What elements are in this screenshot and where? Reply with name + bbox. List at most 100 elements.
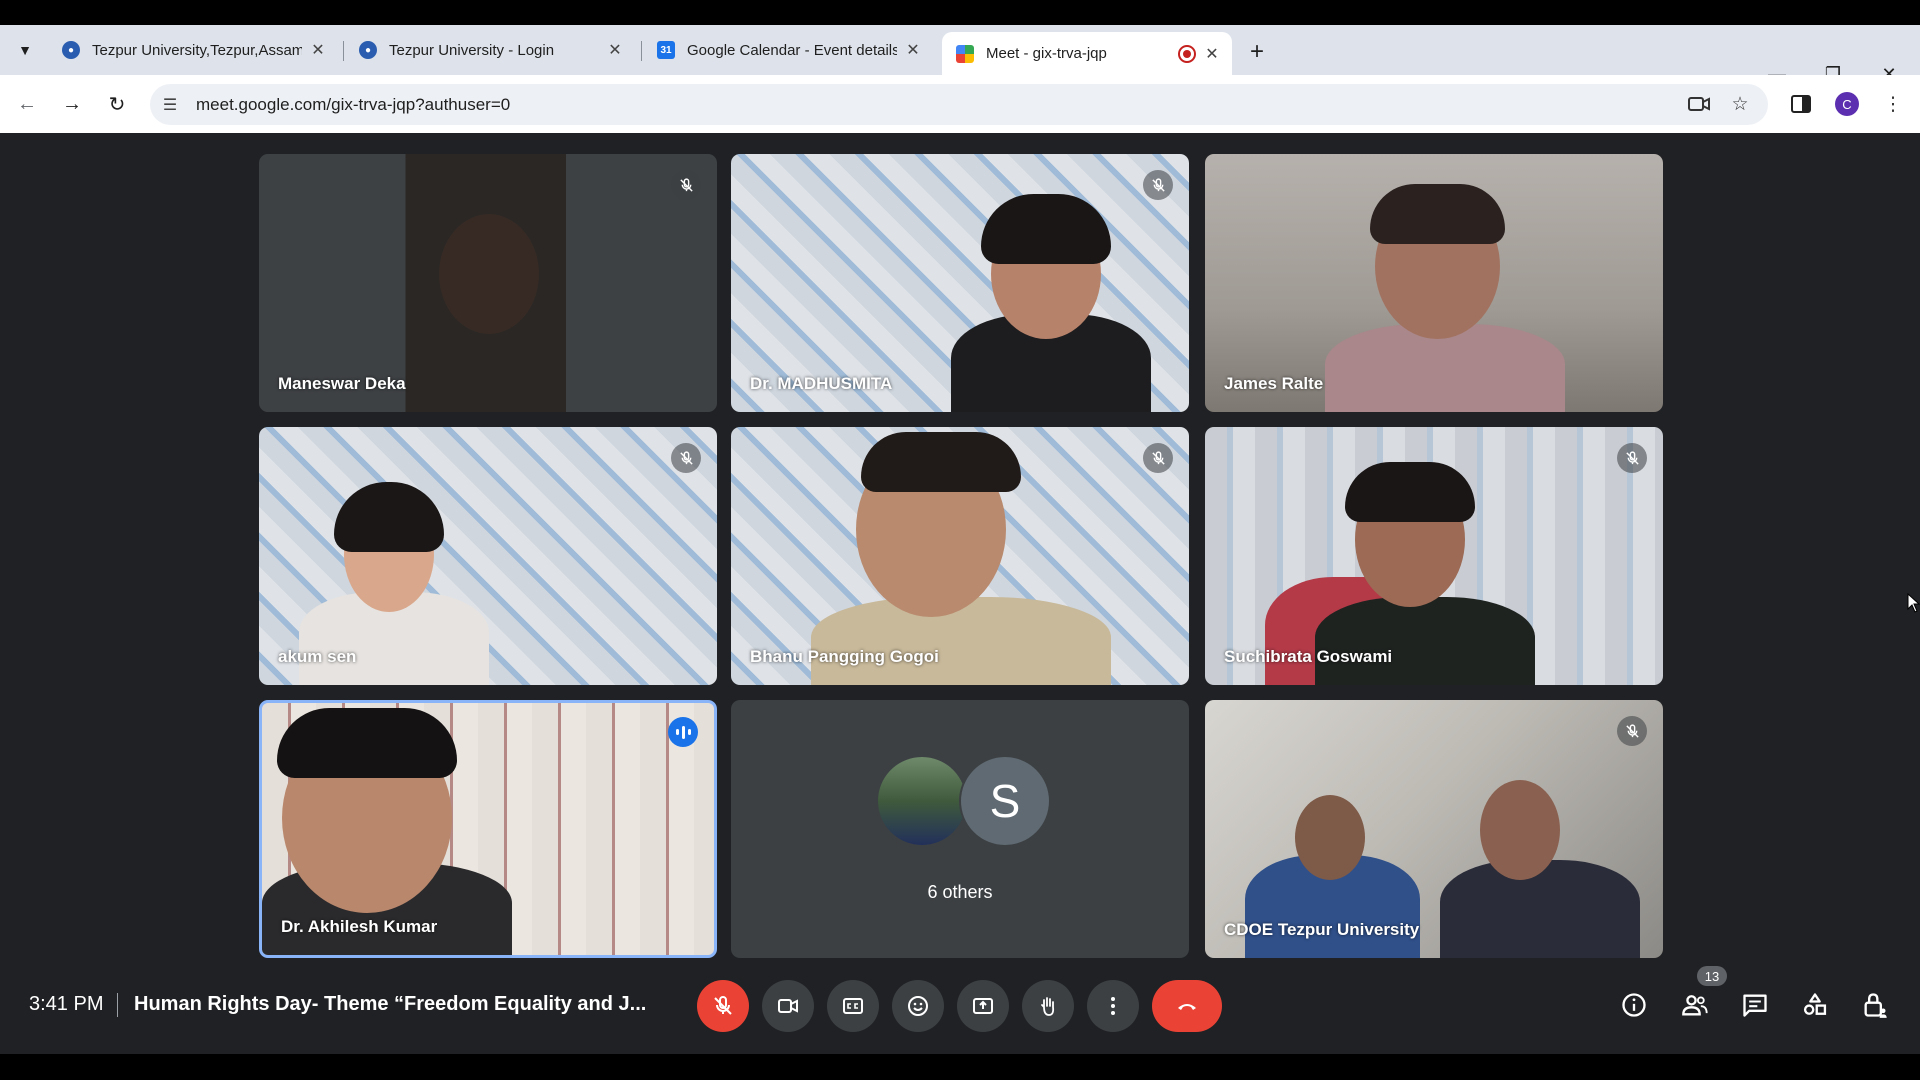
address-bar[interactable]: ☰ meet.google.com/gix-trva-jqp?authuser=… — [150, 84, 1768, 125]
people-icon — [1682, 995, 1708, 1016]
forward-button[interactable]: → — [55, 87, 89, 121]
video-camera-icon — [1688, 97, 1710, 111]
participant-name: Bhanu Pangging Gogoi — [750, 647, 939, 666]
meeting-details-button[interactable] — [1614, 985, 1654, 1025]
tab-tezpur-login[interactable]: ● Tezpur University - Login ✕ — [345, 32, 635, 68]
participant-name: Suchibrata Goswami — [1224, 647, 1393, 666]
raise-hand-button[interactable] — [1022, 980, 1074, 1032]
more-vert-icon: ⋮ — [1883, 93, 1903, 115]
tab-tezpur-university[interactable]: ● Tezpur University,Tezpur,Assam ✕ — [48, 32, 338, 68]
present-screen-button[interactable] — [957, 980, 1009, 1032]
participant-hair — [1370, 184, 1505, 244]
meeting-title[interactable]: Human Rights Day- Theme “Freedom Equalit… — [134, 993, 654, 1016]
tab-search-button[interactable]: ▼ — [8, 34, 42, 66]
chevron-down-icon: ▼ — [18, 42, 32, 58]
participant-video — [1440, 860, 1640, 958]
participant-tile[interactable]: James Ralte — [1205, 154, 1663, 412]
new-tab-button[interactable]: + — [1242, 37, 1272, 67]
tab-google-calendar[interactable]: 31 Google Calendar - Event details ✕ — [643, 32, 933, 68]
google-meet-icon — [956, 44, 974, 63]
back-button[interactable]: ← — [10, 87, 44, 121]
participant-hair — [334, 482, 444, 552]
participant-hair — [277, 708, 457, 778]
participant-avatar — [876, 755, 968, 847]
side-panel-icon — [1791, 95, 1811, 113]
muted-mic-icon — [671, 170, 701, 200]
emoji-icon — [908, 996, 928, 1016]
back-arrow-icon: ← — [17, 92, 37, 115]
participant-tile[interactable]: Suchibrata Goswami — [1205, 427, 1663, 685]
participant-tile-active-speaker[interactable]: Dr. Akhilesh Kumar — [259, 700, 717, 958]
hand-icon — [1041, 997, 1055, 1016]
microphone-toggle-button[interactable] — [697, 980, 749, 1032]
browser-menu-button[interactable]: ⋮ — [1876, 85, 1910, 123]
close-icon[interactable]: ✕ — [903, 40, 923, 60]
tab-title: Google Calendar - Event details — [687, 41, 897, 59]
profile-avatar[interactable]: C — [1835, 92, 1859, 116]
participant-name: CDOE Tezpur University — [1224, 920, 1420, 939]
activities-icon — [1803, 993, 1827, 1015]
side-panel-button[interactable] — [1784, 85, 1818, 123]
tab-separator — [641, 41, 642, 61]
tab-google-meet[interactable]: Meet - gix-trva-jqp ✕ — [942, 32, 1232, 75]
close-icon[interactable]: ✕ — [1202, 44, 1222, 64]
star-icon: ☆ — [1731, 93, 1749, 115]
reload-button[interactable]: ↻ — [100, 87, 134, 121]
participant-tile[interactable]: Maneswar Deka — [259, 154, 717, 412]
site-settings-icon[interactable]: ☰ — [150, 95, 190, 115]
participant-name: akum sen — [278, 647, 357, 666]
reload-icon: ↻ — [108, 93, 126, 116]
camera-toggle-button[interactable] — [762, 980, 814, 1032]
others-count-label: 6 others — [927, 882, 993, 902]
participant-avatar: S — [959, 755, 1051, 847]
camera-in-use-button[interactable] — [1682, 85, 1716, 123]
participant-video — [811, 597, 1111, 685]
lock-person-icon — [1864, 993, 1887, 1018]
muted-mic-icon — [1143, 443, 1173, 473]
participant-video — [439, 214, 539, 334]
muted-mic-icon — [1143, 170, 1173, 200]
mouse-cursor-icon — [1907, 593, 1920, 613]
people-button[interactable] — [1675, 985, 1715, 1025]
activities-button[interactable] — [1795, 985, 1835, 1025]
url-text: meet.google.com/gix-trva-jqp?authuser=0 — [196, 94, 511, 114]
participant-tile[interactable]: Dr. MADHUSMITA — [731, 154, 1189, 412]
google-calendar-icon: 31 — [657, 41, 675, 59]
leave-call-button[interactable] — [1152, 980, 1222, 1032]
closed-captions-icon — [843, 998, 863, 1014]
recording-icon — [1178, 44, 1196, 63]
others-tile[interactable]: S 6 others — [731, 700, 1189, 958]
call-end-icon — [1178, 1004, 1196, 1010]
browser-toolbar: ← → ↻ ☰ meet.google.com/gix-trva-jqp?aut… — [0, 75, 1920, 133]
participant-video — [1315, 597, 1535, 685]
participant-count-badge: 13 — [1697, 966, 1727, 986]
muted-mic-icon — [671, 443, 701, 473]
chat-button[interactable] — [1735, 985, 1775, 1025]
bookmark-button[interactable]: ☆ — [1723, 85, 1757, 123]
more-vert-icon — [1111, 997, 1115, 1015]
video-camera-icon — [778, 999, 798, 1013]
tezpur-login-icon: ● — [359, 41, 377, 59]
captions-button[interactable] — [827, 980, 879, 1032]
participant-tile[interactable]: Bhanu Pangging Gogoi — [731, 427, 1189, 685]
participant-hair — [861, 432, 1021, 492]
close-icon[interactable]: ✕ — [308, 40, 328, 60]
meeting-time: 3:41 PM — [29, 993, 104, 1015]
host-controls-button[interactable] — [1855, 985, 1895, 1025]
participant-name: James Ralte — [1224, 374, 1324, 393]
participant-name: Dr. Akhilesh Kumar — [281, 917, 438, 936]
speaking-indicator-icon — [668, 717, 698, 747]
forward-arrow-icon: → — [62, 92, 82, 115]
participant-tile[interactable]: CDOE Tezpur University — [1205, 700, 1663, 958]
screen-bottom-border — [0, 1054, 1920, 1080]
participant-name: Dr. MADHUSMITA — [750, 374, 893, 393]
tezpur-university-icon: ● — [62, 41, 80, 59]
participant-hair — [981, 194, 1111, 264]
reactions-button[interactable] — [892, 980, 944, 1032]
participant-tile[interactable]: akum sen — [259, 427, 717, 685]
participant-face — [1480, 780, 1560, 880]
more-options-button[interactable] — [1087, 980, 1139, 1032]
close-icon[interactable]: ✕ — [605, 40, 625, 60]
chat-icon — [1743, 994, 1767, 1017]
bottom-bar-divider — [117, 993, 118, 1017]
